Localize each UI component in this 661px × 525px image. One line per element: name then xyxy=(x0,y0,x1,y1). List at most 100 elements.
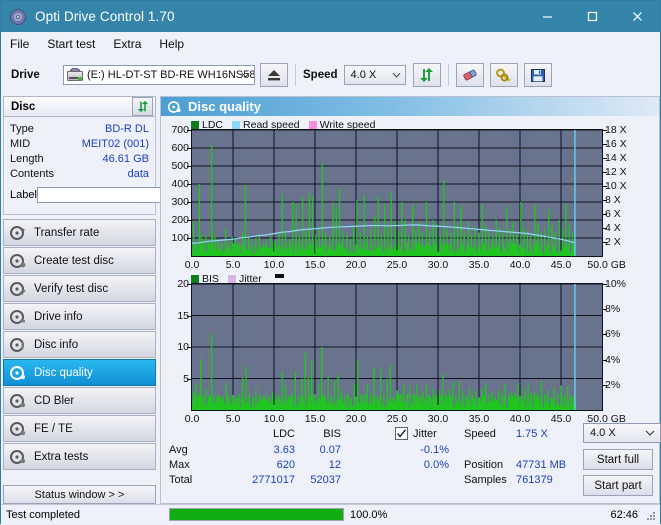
start-part-button[interactable]: Start part xyxy=(583,475,653,496)
panel-header: Disc quality xyxy=(161,97,659,116)
disc-refresh-button[interactable] xyxy=(132,97,153,116)
stats-max-bis: 12 xyxy=(328,459,341,471)
y2-axis-tick xyxy=(603,158,607,159)
disc-label-row: Label xyxy=(10,185,240,204)
x-axis-tick-label: 40.0 xyxy=(509,413,531,425)
menu-extra[interactable]: Extra xyxy=(104,35,150,53)
erase-button[interactable] xyxy=(455,63,484,87)
y-axis-tick xyxy=(187,238,191,239)
menu-start-test[interactable]: Start test xyxy=(38,35,104,53)
stats-col-bis: BIS xyxy=(323,428,341,440)
legend-marker xyxy=(274,273,284,278)
save-button[interactable] xyxy=(523,63,552,87)
sidebar-item-drive-info[interactable]: Drive info xyxy=(3,303,156,330)
stats-row-key-max: Max xyxy=(169,459,190,471)
y2-axis-tick-label: 16 X xyxy=(605,138,627,150)
drive-icon xyxy=(67,68,83,82)
stats-max-ldc: 620 xyxy=(276,459,295,471)
y2-axis-tick-label: 8 X xyxy=(605,194,621,206)
sidebar-item-transfer-rate[interactable]: Transfer rate xyxy=(3,219,156,246)
y-axis-tick xyxy=(187,184,191,185)
window-title: Opti Drive Control 1.70 xyxy=(35,9,175,24)
close-button[interactable] xyxy=(615,1,660,32)
status-window-button[interactable]: Status window > > xyxy=(3,485,156,504)
x-axis-tick-label: 30.0 xyxy=(427,413,449,425)
x-axis-tick-label: 0.0 xyxy=(184,259,200,271)
sidebar-item-label: Verify test disc xyxy=(34,282,109,295)
sidebar-item-cd-bler[interactable]: CD Bler xyxy=(3,387,156,414)
legend-swatch xyxy=(232,121,241,129)
minimize-button[interactable] xyxy=(525,1,570,32)
refresh-button[interactable] xyxy=(412,63,441,87)
x-axis-tick-label: 40.0 xyxy=(509,259,531,271)
status-bar: Test completed 100.0% 62:46 xyxy=(1,504,660,524)
y-axis-tick xyxy=(187,202,191,203)
y2-axis-tick xyxy=(603,186,607,187)
x-axis-tick-label: 0.0 xyxy=(184,413,200,425)
toolbar-divider-1 xyxy=(295,64,296,86)
x-axis-tick-label: 45.0 xyxy=(550,413,572,425)
y2-axis-tick-label: 2 X xyxy=(605,236,621,248)
chevron-down-icon xyxy=(241,72,250,78)
test-speed-value: 4.0 X xyxy=(590,427,616,439)
x-axis-tick-label: 20.0 xyxy=(345,259,367,271)
jitter-checkbox[interactable] xyxy=(395,427,408,440)
disc-quality-panel: Disc quality LDC Read speed Write speed … xyxy=(160,96,661,504)
disc-row-key: Type xyxy=(10,122,34,135)
jitter-value-1: -0.1% xyxy=(420,444,449,456)
legend-swatch xyxy=(308,121,317,129)
sidebar-item-disc-quality[interactable]: Disc quality xyxy=(3,359,156,386)
tools-button[interactable] xyxy=(489,63,518,87)
y2-axis-tick xyxy=(603,384,607,386)
maximize-button[interactable] xyxy=(570,1,615,32)
x-axis-tick-label: 10.0 xyxy=(263,413,285,425)
progress-bar xyxy=(169,508,344,521)
resize-grip-icon[interactable] xyxy=(645,510,657,522)
disc-icon xyxy=(9,337,27,353)
disc-icon xyxy=(9,8,27,26)
x-axis-tick-label: 25.0 xyxy=(386,413,408,425)
disc-row-mid: MID MEIT02 (001) xyxy=(10,136,149,151)
status-text: Test completed xyxy=(6,508,80,521)
menu-file[interactable]: File xyxy=(1,35,38,53)
x-axis-tick-label: 15.0 xyxy=(304,259,326,271)
menu-help[interactable]: Help xyxy=(150,35,193,53)
disc-row-length: Length 46.61 GB xyxy=(10,151,149,166)
toolbar-divider-2 xyxy=(447,64,449,86)
disc-row-key: MID xyxy=(10,137,31,150)
y2-axis-tick xyxy=(603,214,607,215)
eject-button[interactable] xyxy=(260,63,288,87)
sidebar-item-extra-tests[interactable]: Extra tests xyxy=(3,443,156,470)
sidebar-item-create-test-disc[interactable]: Create test disc xyxy=(3,247,156,274)
y2-axis-tick xyxy=(603,309,607,311)
x-axis-tick-label: 5.0 xyxy=(225,259,241,271)
y2-axis-tick xyxy=(603,228,607,229)
top-chart-plot xyxy=(191,129,603,257)
y2-axis-tick xyxy=(603,242,607,243)
chevron-down-icon xyxy=(392,72,400,78)
position-value: 47731 MB xyxy=(516,459,567,471)
samples-value: 761379 xyxy=(516,474,553,486)
drive-select[interactable]: (E:) HL-DT-ST BD-RE WH16NS58 TST4 xyxy=(63,65,255,85)
x-axis-tick-label: 35.0 xyxy=(468,259,490,271)
x-axis-tick-label: 30.0 xyxy=(427,259,449,271)
drive-label: Drive xyxy=(11,69,40,81)
sidebar-item-disc-info[interactable]: Disc info xyxy=(3,331,156,358)
y-axis-tick xyxy=(187,378,191,380)
y-axis-tick xyxy=(187,220,191,221)
jitter-label: Jitter xyxy=(413,428,437,440)
start-full-button[interactable]: Start full xyxy=(583,449,653,470)
sidebar-item-verify-test-disc[interactable]: Verify test disc xyxy=(3,275,156,302)
stats-total-bis: 52037 xyxy=(310,474,341,486)
sidebar-item-fe-te[interactable]: FE / TE xyxy=(3,415,156,442)
eraser-icon xyxy=(462,69,477,81)
speed-value: 1.75 X xyxy=(516,428,548,440)
disc-row-type: Type BD-R DL xyxy=(10,121,149,136)
progress-percent: 100.0% xyxy=(350,508,388,521)
sidebar-item-label: Disc info xyxy=(34,338,79,351)
test-speed-select[interactable]: 4.0 X xyxy=(583,423,661,443)
disc-icon xyxy=(9,225,27,241)
y2-axis-tick-label: 10 X xyxy=(605,180,627,192)
disc-icon xyxy=(9,449,27,465)
speed-select[interactable]: 4.0 X xyxy=(343,65,406,85)
